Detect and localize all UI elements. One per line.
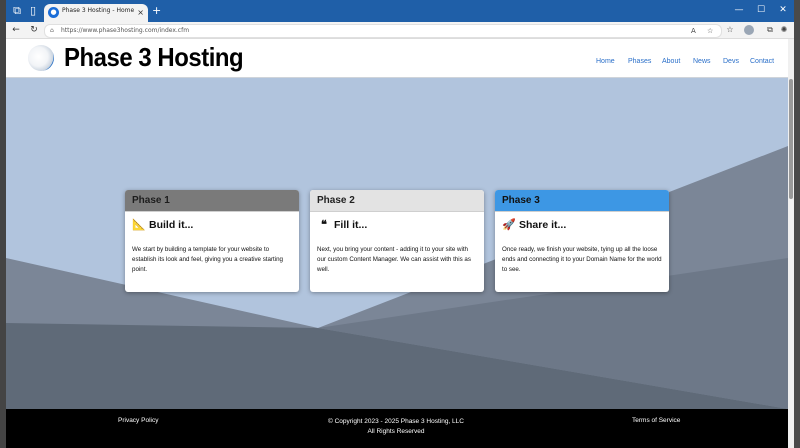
quote-lines-icon: ❝	[321, 219, 327, 231]
refresh-icon[interactable]: ↻	[28, 24, 40, 36]
maximize-icon[interactable]: ☐	[754, 4, 768, 16]
card-title: 🚀 Share it...	[502, 218, 566, 231]
card-header: Phase 2	[310, 190, 484, 212]
card-body: We start by building a template for your…	[132, 246, 283, 273]
phase-2-card: Phase 2 ❝ Fill it... Next, you bring your…	[310, 190, 484, 292]
browser-window: ⧉ ▯ ● Phase 3 Hosting - Home × + — ☐ ✕ ←…	[6, 0, 794, 448]
card-title-text: Share it...	[519, 219, 567, 231]
url-text[interactable]: https://www.phase3hosting.com/index.cfm	[61, 26, 189, 36]
active-tab[interactable]: ● Phase 3 Hosting - Home ×	[44, 4, 148, 22]
ruler-icon: 📐	[132, 219, 146, 231]
site-favicon-icon: ●	[48, 7, 59, 18]
rights-text: All Rights Reserved	[367, 428, 425, 435]
copyright: © Copyright 2023 - 2025 Phase 3 Hosting,…	[306, 417, 486, 437]
close-window-icon[interactable]: ✕	[776, 4, 790, 16]
logo-orb-icon[interactable]	[28, 45, 54, 71]
privacy-policy-link[interactable]: Privacy Policy	[118, 417, 158, 424]
phase-1-card: Phase 1 📐 Build it... We start by buildin…	[125, 190, 299, 292]
card-body: Next, you bring your content - adding it…	[317, 246, 471, 273]
favorites-icon[interactable]: ☆	[724, 24, 736, 36]
tab-actions-icon[interactable]: ▯	[26, 4, 40, 18]
nav-devs[interactable]: Devs	[723, 58, 739, 65]
desktop-edge-right	[794, 0, 800, 448]
copilot-icon[interactable]: ✺	[778, 24, 790, 36]
site-footer: Privacy Policy © Copyright 2023 - 2025 P…	[6, 409, 788, 448]
workspaces-icon[interactable]: ⧉	[10, 4, 24, 18]
card-title-text: Fill it...	[334, 219, 368, 231]
card-title: 📐 Build it...	[132, 218, 193, 231]
site-info-icon[interactable]: ⌂	[50, 26, 54, 36]
site-header: Phase 3 Hosting Home Phases About News D…	[6, 39, 788, 78]
page-scrollbar[interactable]	[788, 39, 794, 448]
nav-contact[interactable]: Contact	[750, 58, 774, 65]
card-header: Phase 3	[495, 190, 669, 212]
new-tab-icon[interactable]: +	[152, 5, 161, 17]
scrollbar-thumb[interactable]	[789, 79, 793, 199]
nav-home[interactable]: Home	[596, 58, 615, 65]
profile-avatar[interactable]	[744, 25, 754, 35]
site-logo-text[interactable]: Phase 3 Hosting	[64, 42, 244, 73]
tab-strip: ⧉ ▯ ● Phase 3 Hosting - Home × + — ☐ ✕	[6, 0, 794, 22]
card-body: Once ready, we finish your website, tyin…	[502, 246, 662, 273]
terms-of-service-link[interactable]: Terms of Service	[632, 417, 680, 424]
nav-news[interactable]: News	[693, 58, 711, 65]
back-icon[interactable]: ←	[10, 24, 22, 36]
nav-phases[interactable]: Phases	[628, 58, 651, 65]
tab-title: Phase 3 Hosting - Home	[62, 7, 135, 14]
card-header: Phase 1	[125, 190, 299, 212]
nav-about[interactable]: About	[662, 58, 680, 65]
card-title: ❝ Fill it...	[317, 218, 367, 231]
rocket-icon: 🚀	[502, 219, 516, 231]
tab-close-icon[interactable]: ×	[137, 7, 144, 18]
read-aloud-icon[interactable]: A	[691, 26, 696, 36]
address-bar: ← ↻ ⌂ https://www.phase3hosting.com/inde…	[6, 22, 794, 39]
collections-icon[interactable]: ⧉	[764, 24, 776, 36]
hero-section: Phase 1 📐 Build it... We start by buildin…	[6, 78, 788, 409]
favorite-star-icon[interactable]: ☆	[707, 26, 713, 36]
phase-3-card: Phase 3 🚀 Share it... Once ready, we fini…	[495, 190, 669, 292]
card-title-text: Build it...	[149, 219, 194, 231]
copyright-text: © Copyright 2023 - 2025 Phase 3 Hosting,…	[328, 418, 464, 425]
url-field[interactable]: ⌂ https://www.phase3hosting.com/index.cf…	[44, 24, 722, 38]
minimize-icon[interactable]: —	[732, 4, 746, 16]
